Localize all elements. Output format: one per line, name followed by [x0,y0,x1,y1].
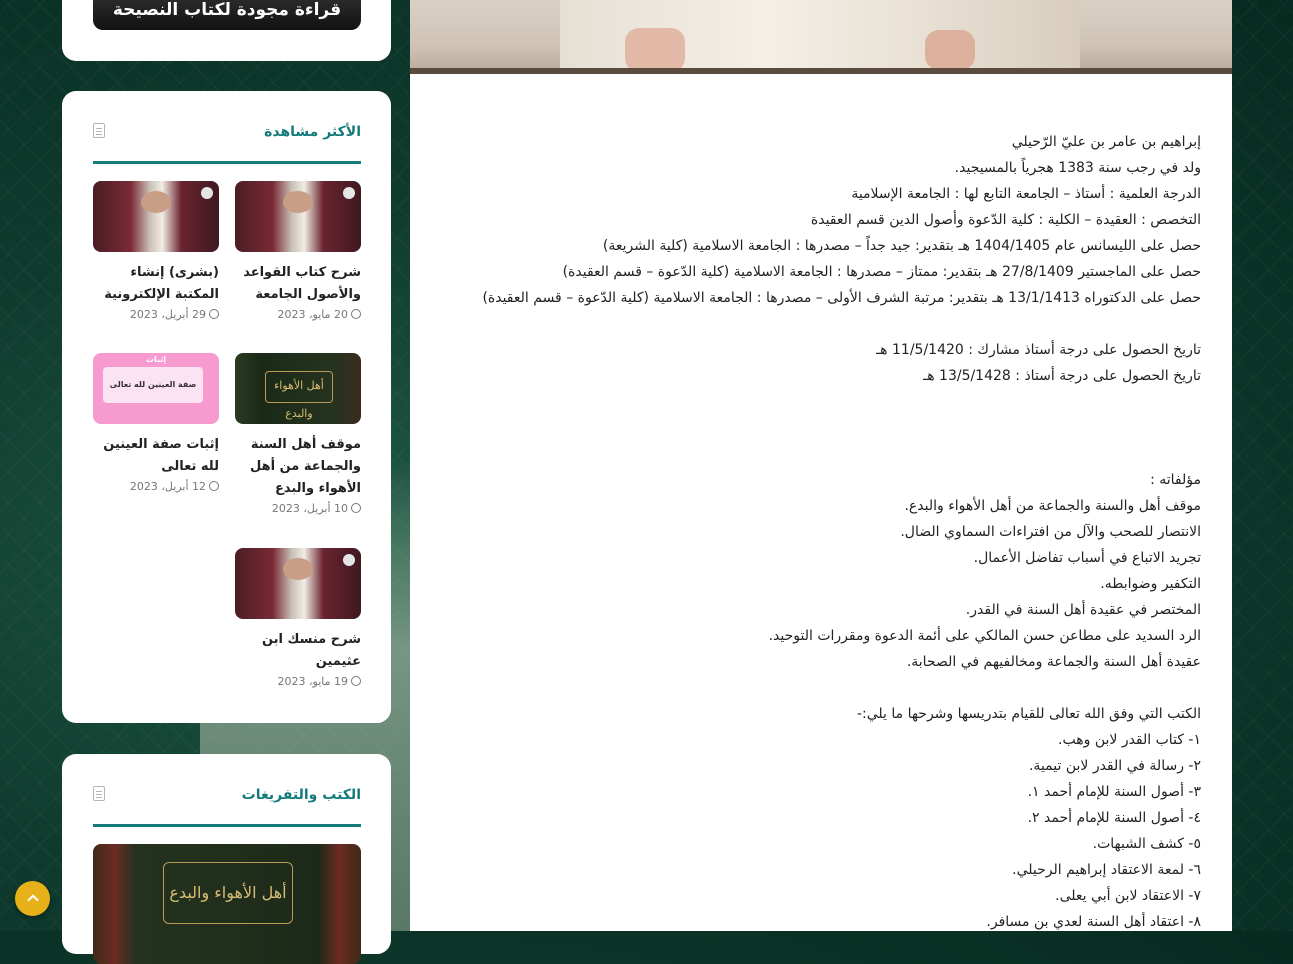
book-cover-title: أهل الأهواء والبدع [265,371,333,420]
post-title[interactable]: شرح منسك ابن عثيمين [235,629,361,673]
banner-widget: قراءة مجودة لكتاب النصيحة [62,0,391,61]
most-viewed-widget: الأكثر مشاهدة شرح كتاب القواعد والأصول ا… [62,91,391,723]
post-title[interactable]: موقف أهل السنة والجماعة من أهل الأهواء و… [235,434,361,500]
post-thumbnail[interactable] [235,548,361,619]
post-item[interactable]: شرح منسك ابن عثيمين 19 مايو، 2023 [235,548,361,689]
widget-title: الأكثر مشاهدة [264,124,361,140]
article-line: ٤- أصول السنة للإمام أحمد ٢. [1027,810,1201,826]
scroll-to-top-button[interactable] [15,881,50,916]
article-line: ٨- اعتقاد أهل السنة لعدي بن مسافر. [986,914,1201,930]
post-date: 19 مايو، 2023 [235,675,361,689]
clock-icon [209,481,219,491]
article-line: مؤلفاته : [1150,472,1201,488]
article-line: موقف أهل والسنة والجماعة من أهل الأهواء … [904,498,1201,514]
banner-text: قراءة مجودة لكتاب النصيحة [112,0,342,20]
book-thumbnail[interactable]: أهل الأهواء والبدع [93,844,361,964]
book-cover-title: أهل الأهواء والبدع [163,862,293,924]
article-line: إبراهيم بن عامر بن عليّ الرّحيلي [1011,134,1201,150]
article-line: ولد في رجب سنة 1383 هجرياً بالمسيجيد. [954,160,1201,176]
post-thumbnail[interactable] [93,181,219,252]
post-thumbnail[interactable]: إثبات صفة العينين لله تعالى [93,353,219,424]
post-date: 20 مايو، 2023 [235,308,361,322]
article-line: الدرجة العلمية : أستاذ – الجامعة التابع … [851,186,1201,202]
hero-hand-left [625,28,685,72]
hero-image [410,0,1232,74]
hero-hand-right [925,30,975,70]
post-date-text: 12 أبريل، 2023 [129,480,206,493]
book-cover-title: صفة العينين لله تعالى [103,367,203,403]
article-line: ٦- لمعة الاعتقاد إبراهيم الرحيلي. [1012,862,1201,878]
books-widget: الكتب والتفريغات أهل الأهواء والبدع [62,754,391,964]
post-date-text: 19 مايو، 2023 [277,675,348,688]
clock-icon [351,503,361,513]
post-thumbnail[interactable]: أهل الأهواء والبدع [235,353,361,424]
post-date: 10 أبريل، 2023 [235,502,361,516]
post-date-text: 29 أبريل، 2023 [129,308,206,321]
article-line: حصل على الماجستير 27/8/1409 هـ بتقدير: م… [562,264,1201,280]
article-line: الرد السديد على مطاعن حسن المالكي على أئ… [768,628,1201,644]
post-title[interactable]: (بشرى) إنشاء المكتبة الإلكترونية [93,262,219,306]
post-date-text: 10 أبريل، 2023 [271,502,348,515]
article-line: ٧- الاعتقاد لابن أبي يعلى. [1055,888,1201,904]
post-title[interactable]: إثبات صفة العينين لله تعالى [93,434,219,478]
widget-title: الكتب والتفريغات [241,787,361,803]
article-line: التكفير وضوابطه. [1100,576,1201,592]
widget-header: الأكثر مشاهدة [93,121,361,164]
hero-bottom-bar [410,68,1232,74]
clock-icon [209,309,219,319]
post-item[interactable]: (بشرى) إنشاء المكتبة الإلكترونية 29 أبري… [93,181,219,322]
article-line: ٢- رسالة في القدر لابن تيمية. [1028,758,1201,774]
post-item[interactable]: شرح كتاب القواعد والأصول الجامعة 20 مايو… [235,181,361,322]
article-line: حصل على الليسانس عام 1404/1405 هـ بتقدير… [602,238,1201,254]
document-icon [93,786,105,801]
post-thumbnail[interactable] [235,181,361,252]
post-title[interactable]: شرح كتاب القواعد والأصول الجامعة [235,262,361,306]
post-date: 29 أبريل، 2023 [93,308,219,322]
article-line: حصل على الدكتوراه 13/1/1413 هـ بتقدير: م… [482,290,1201,306]
article-line: الكتب التي وفق الله تعالى للقيام بتدريسه… [856,706,1201,722]
banner-image[interactable]: قراءة مجودة لكتاب النصيحة [93,0,361,30]
post-date-text: 20 مايو، 2023 [277,308,348,321]
article-line: الانتصار للصحب والآل من افتراءات السماوي… [900,524,1201,540]
article-line: التخصص : العقيدة – الكلية : كلية الدّعوة… [810,212,1201,228]
article-line: المختصر في عقيدة أهل السنة في القدر. [965,602,1201,618]
article-line: تجريد الاتباع في أسباب تفاضل الأعمال. [973,550,1201,566]
post-item[interactable]: إثبات صفة العينين لله تعالى إثبات صفة ال… [93,353,219,494]
article-line: تاريخ الحصول على درجة أستاذ مشارك : 11/5… [876,342,1201,358]
article-line: ١- كتاب القدر لابن وهب. [1058,732,1201,748]
post-date: 12 أبريل، 2023 [93,480,219,494]
widget-header: الكتب والتفريغات [93,784,361,827]
article-line: ٥- كشف الشبهات. [1092,836,1201,852]
clock-icon [351,309,361,319]
article-body: إبراهيم بن عامر بن عليّ الرّحيلي ولد في ر… [441,129,1201,935]
main-article: إبراهيم بن عامر بن عليّ الرّحيلي ولد في ر… [410,0,1232,931]
post-item[interactable]: أهل الأهواء والبدع موقف أهل السنة والجما… [235,353,361,516]
document-icon [93,123,105,138]
clock-icon [351,676,361,686]
article-line: ٣- أصول السنة للإمام أحمد ١. [1027,784,1201,800]
book-cover-heading: إثبات [145,355,167,364]
article-line: عقيدة أهل السنة والجماعة ومخالفيهم في ال… [906,654,1201,670]
article-line: تاريخ الحصول على درجة أستاذ : 13/5/1428 … [923,368,1201,384]
